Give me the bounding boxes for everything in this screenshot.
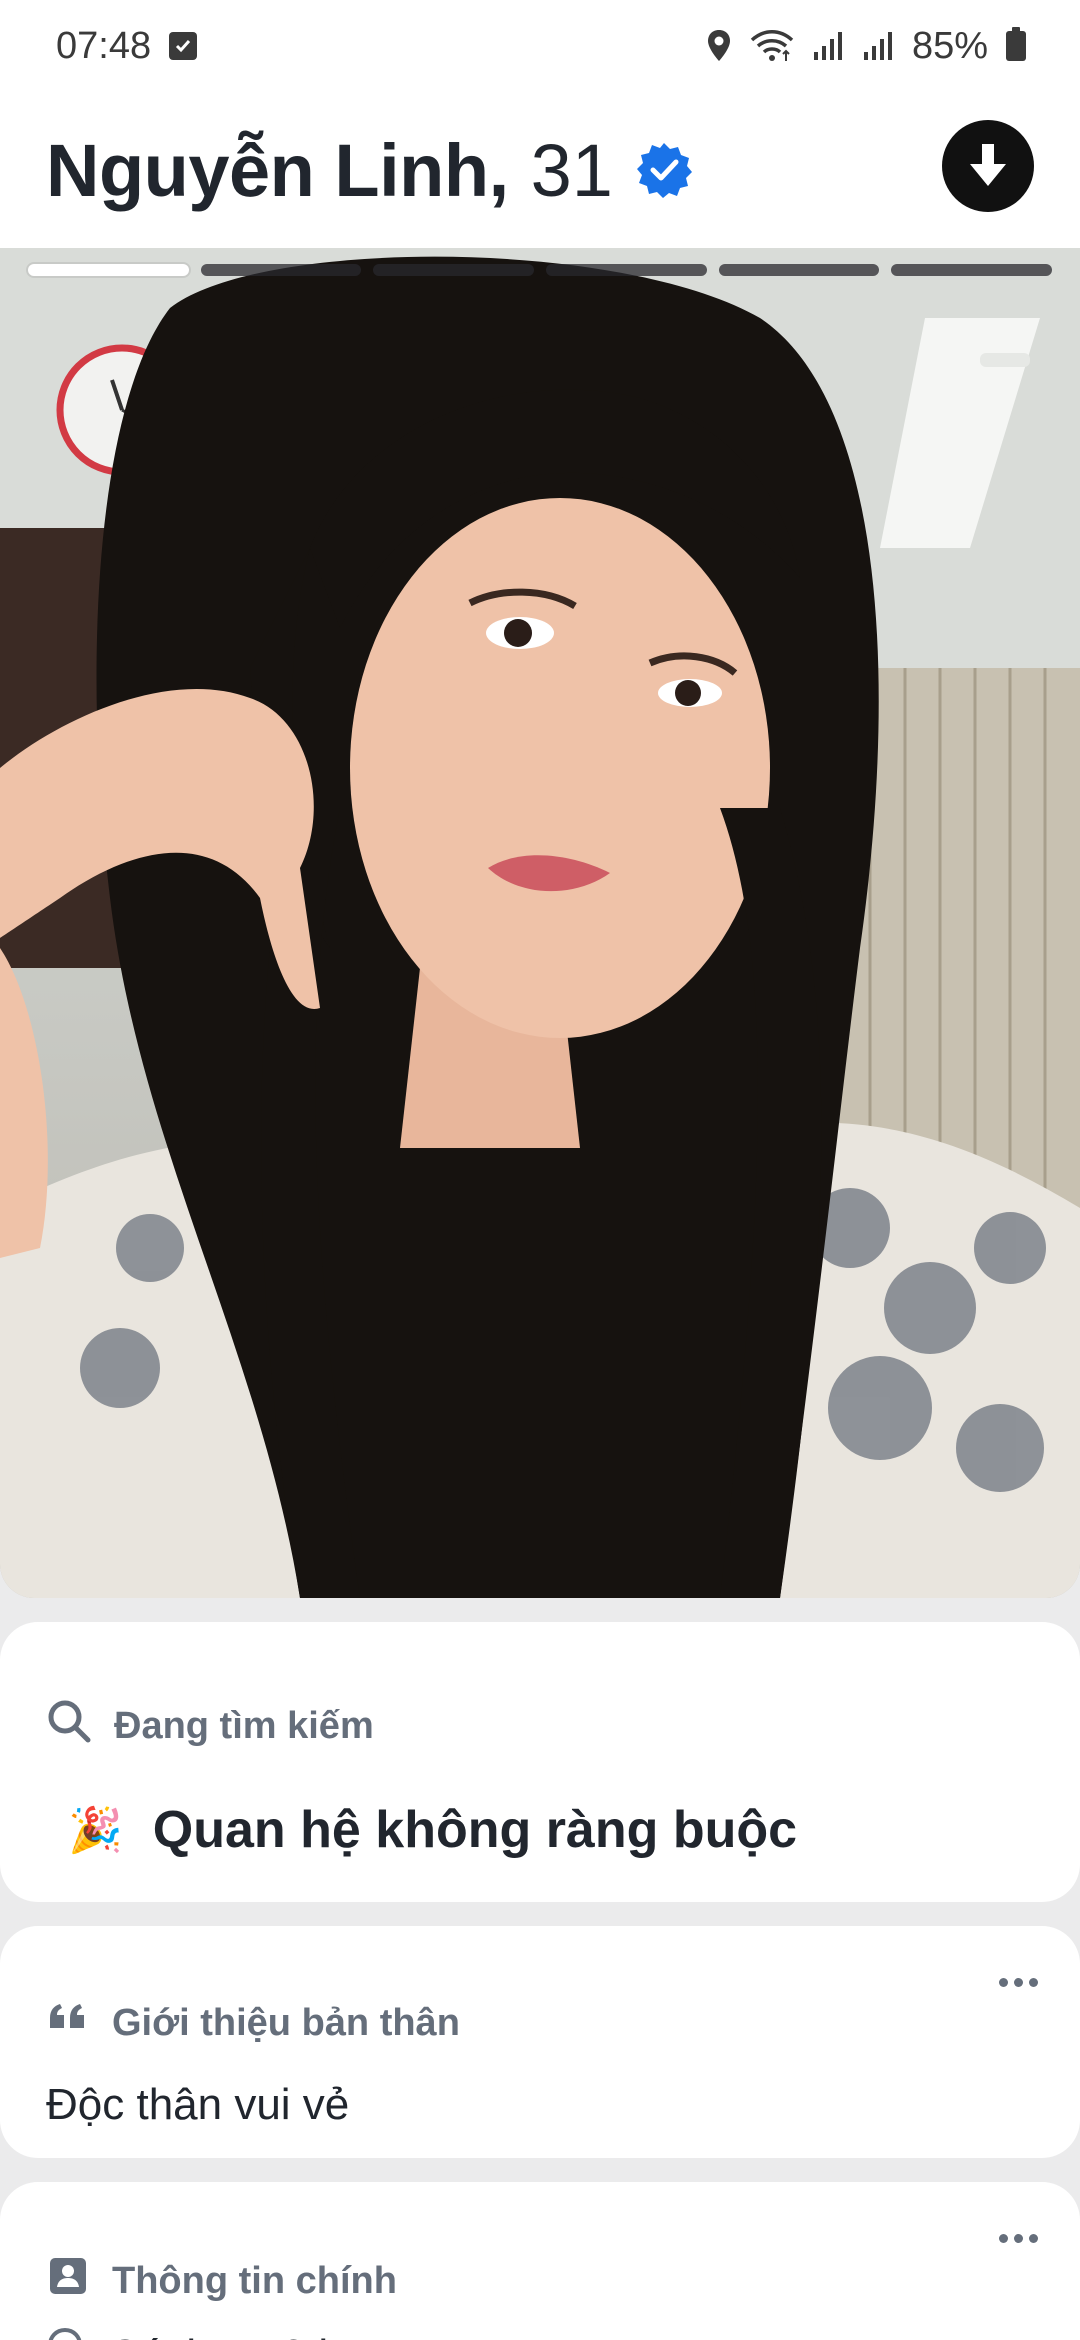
profile-name: Nguyễn Linh, [46, 128, 509, 212]
seeking-label: Đang tìm kiếm [114, 1704, 374, 1747]
profile-age: 31 [530, 128, 613, 212]
battery-icon [1006, 27, 1026, 61]
about-text: Độc thân vui vẻ [46, 2080, 350, 2129]
party-popper-icon: 🎉 [68, 1806, 123, 1855]
quote-icon [46, 1998, 90, 2048]
distance-text: Cách xa 9 km [108, 2331, 377, 2340]
search-icon [46, 1698, 92, 1754]
status-right: 85% [706, 25, 1026, 68]
contact-card-icon [46, 2254, 90, 2308]
photo-progress-segment[interactable] [891, 264, 1053, 276]
about-header: Giới thiệu bản thân [46, 1998, 460, 2048]
about-card: Giới thiệu bản thân Độc thân vui vẻ [0, 1926, 1080, 2158]
verified-badge-icon [635, 141, 693, 199]
photo-progress-segment[interactable] [200, 264, 362, 276]
signal-icon [812, 30, 844, 62]
seeking-text: Quan hệ không ràng buộc [152, 1801, 798, 1859]
download-button[interactable] [942, 120, 1034, 212]
main-info-label: Thông tin chính [112, 2259, 397, 2302]
about-more-icon[interactable] [999, 1978, 1038, 1987]
arrow-down-icon [970, 144, 1006, 186]
seeking-value: 🎉 Quan hệ không ràng buộc [68, 1800, 797, 1860]
photo-progress [28, 264, 1053, 278]
photo-progress-segment[interactable] [28, 264, 189, 276]
photo-progress-segment[interactable] [546, 264, 707, 276]
checkbox-icon [169, 32, 198, 60]
info-row-distance: Cách xa 9 km [46, 2327, 377, 2340]
main-info-header: Thông tin chính [46, 2254, 397, 2308]
photo-progress-segment[interactable] [718, 264, 880, 276]
main-info-more-icon[interactable] [999, 2234, 1038, 2243]
status-left: 07:48 [56, 24, 198, 68]
signal-icon [862, 30, 894, 62]
location-pin-icon [46, 2327, 84, 2340]
battery-percent: 85% [911, 24, 988, 67]
photo-progress-segment[interactable] [373, 264, 535, 276]
location-icon [706, 29, 732, 63]
status-bar: 07:48 85% [0, 0, 1080, 92]
main-info-card: Thông tin chính Cách xa 9 km [0, 2182, 1080, 2340]
wifi-icon [750, 29, 794, 63]
profile-photo[interactable] [0, 248, 1080, 1598]
status-time: 07:48 [56, 24, 152, 67]
seeking-header: Đang tìm kiếm [46, 1698, 374, 1754]
about-label: Giới thiệu bản thân [112, 2001, 460, 2044]
profile-header: Nguyễn Linh, 31 [0, 92, 1080, 248]
photo-illustration [0, 248, 1080, 1598]
seeking-card: Đang tìm kiếm 🎉 Quan hệ không ràng buộc [0, 1622, 1080, 1902]
